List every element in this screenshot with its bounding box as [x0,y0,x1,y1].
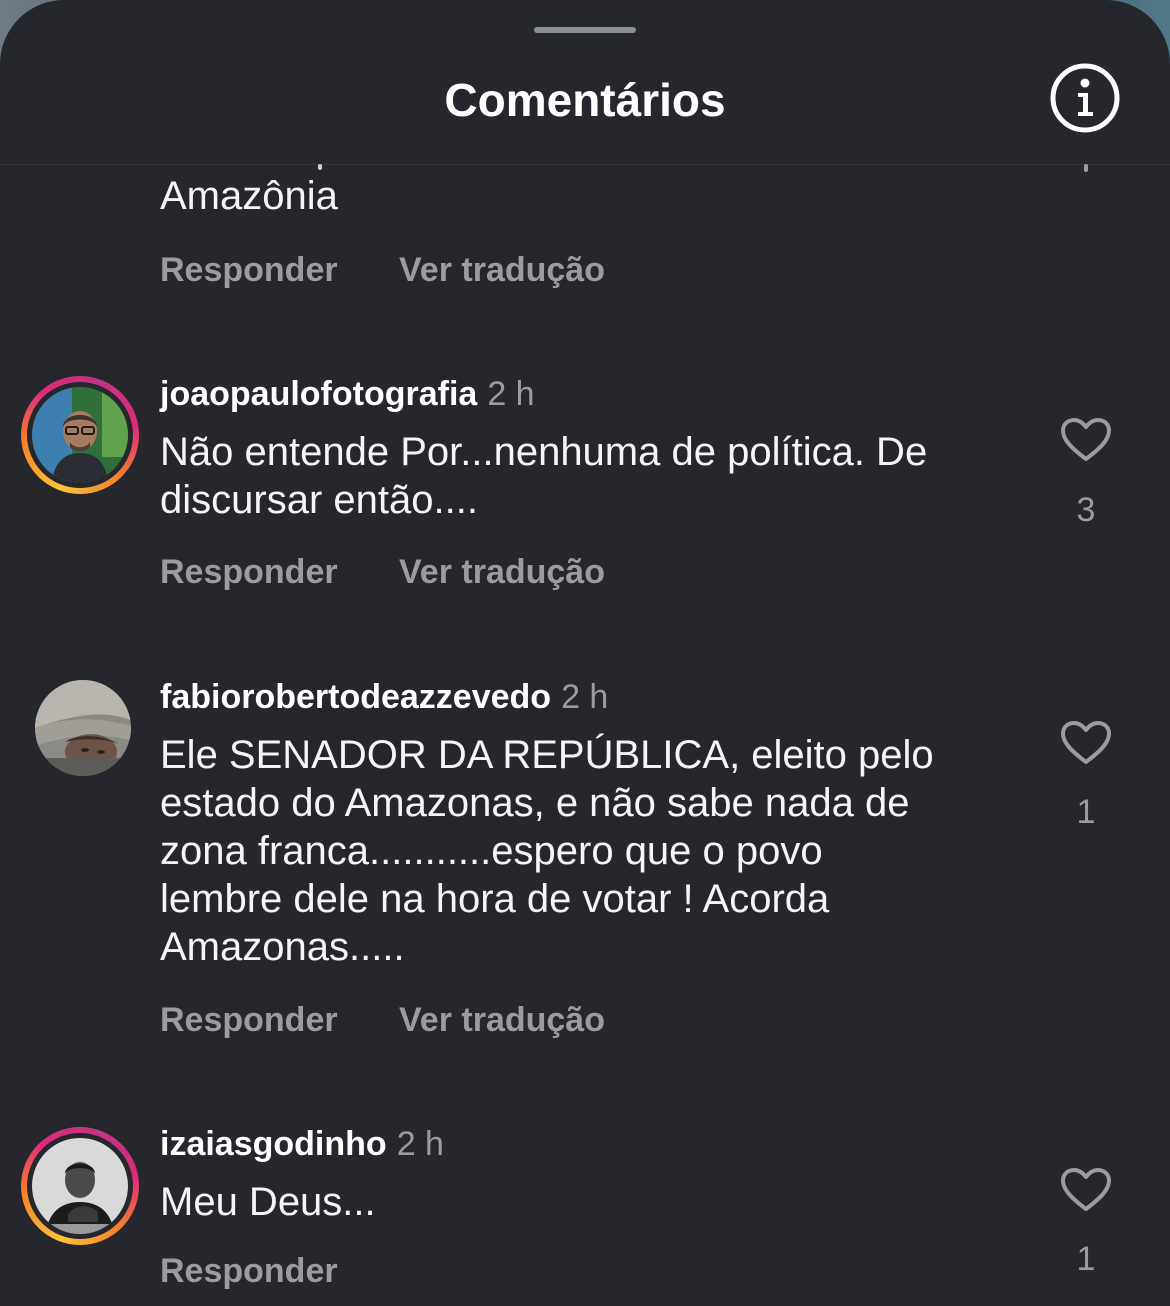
info-circle-icon [1050,63,1120,133]
username[interactable]: izaiasgodinho [160,1125,387,1163]
reply-button[interactable]: Responder [160,250,338,290]
username[interactable]: joaopaulofotografia [160,375,477,413]
header-divider [0,164,1170,165]
translate-button[interactable]: Ver tradução [399,552,605,592]
timestamp: 2 h [396,1125,444,1163]
comment-text-line: Meu Deus... [160,1180,376,1224]
heart-outline-icon [1061,721,1111,764]
comment-header: fabiorobertodeazzevedo 2 h [160,677,608,717]
info-button[interactable] [1050,63,1120,133]
reply-button[interactable]: Responder [160,552,338,592]
reply-button[interactable]: Responder [160,1000,338,1040]
avatar[interactable] [21,376,139,494]
avatar-photo [35,680,131,776]
comment-text: Amazônia [160,174,338,218]
comment-text-line: discursar então.... [160,478,478,522]
avatar[interactable] [21,1127,139,1245]
reply-button[interactable]: Responder [160,1251,338,1291]
comment-text-line: Não entende Por...nenhuma de política. D… [160,430,928,474]
heart-outline-icon [1061,1168,1111,1211]
like-count: 1 [1076,1240,1096,1278]
avatar-photo [32,1138,128,1234]
comment-text-line: Amazonas..... [160,925,405,969]
username[interactable]: fabiorobertodeazzevedo [160,678,551,716]
timestamp: 2 h [487,375,535,413]
avatar-photo [32,387,128,483]
comment-text-line: lembre dele na hora de votar ! Acorda [160,877,830,921]
avatar[interactable] [35,680,131,776]
like-button[interactable] [1060,720,1112,766]
translate-button[interactable]: Ver tradução [399,250,605,290]
avatar-ring-gap [27,382,133,488]
comment-text-line: estado do Amazonas, e não sabe nada de [160,781,910,825]
like-button[interactable] [1060,1167,1112,1213]
avatar-ring-gap [27,1133,133,1239]
comment-text-line: zona franca...........espero que o povo [160,829,823,873]
comments-sheet: Comentários Amazônia Responder Ver tradu… [0,0,1170,1306]
comment-header: joaopaulofotografia 2 h [160,374,535,414]
clipped-like-fragment [1084,164,1088,172]
clipped-text-fragment [318,164,322,170]
drag-handle[interactable] [534,27,636,33]
page-title: Comentários [444,74,726,126]
timestamp: 2 h [561,678,609,716]
like-count: 3 [1076,491,1096,529]
heart-outline-icon [1061,418,1111,461]
like-count: 1 [1076,793,1096,831]
comment-text-line: Ele SENADOR DA REPÚBLICA, eleito pelo [160,733,934,777]
translate-button[interactable]: Ver tradução [399,1000,605,1040]
comment-header: izaiasgodinho 2 h [160,1124,444,1164]
like-button[interactable] [1060,417,1112,463]
